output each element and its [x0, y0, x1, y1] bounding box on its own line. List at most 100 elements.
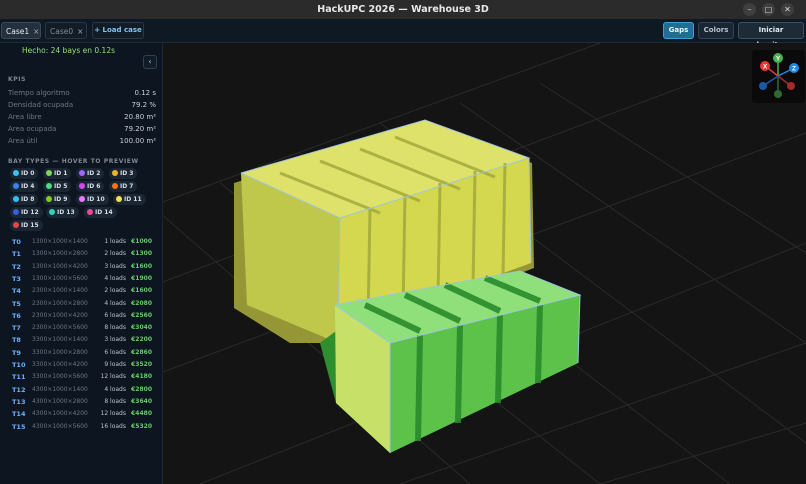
- bay-type-id: T6: [12, 311, 21, 320]
- bay-type-row[interactable]: T3 1300×1000×5600 4 loads €1900: [8, 273, 156, 285]
- bay-id-chip[interactable]: ID 3: [109, 168, 138, 179]
- bay-id-chip[interactable]: ID 4: [10, 181, 39, 192]
- bay-id-chip[interactable]: ID 15: [10, 220, 43, 231]
- chip-label: ID 13: [57, 209, 75, 216]
- bay-type-id: T7: [12, 324, 21, 333]
- bay-id-chip[interactable]: ID 0: [10, 168, 39, 179]
- bay-type-row[interactable]: T7 2300×1000×5600 8 loads €3040: [8, 322, 156, 334]
- bay-type-dims: 1300×1000×5600: [32, 274, 88, 282]
- bay-type-dims: 2300×1000×4200: [32, 311, 88, 319]
- close-window-icon[interactable]: ✕: [781, 3, 794, 16]
- bay-type-loads: 4 loads: [104, 274, 126, 282]
- bay-type-row[interactable]: T14 4300×1000×4200 12 loads €4480: [8, 408, 156, 420]
- gizmo-label-y: Y: [776, 56, 781, 63]
- bay-type-row[interactable]: T6 2300×1000×4200 6 loads €2560: [8, 310, 156, 322]
- bay-type-loads: 1 loads: [104, 238, 126, 245]
- bay-type-row[interactable]: T1 1300×1000×2800 2 loads €1300: [8, 248, 156, 260]
- load-case-button[interactable]: + Load case: [92, 22, 144, 39]
- status-message: Hecho: 24 bays en 0.12s: [22, 46, 116, 55]
- bay-type-id: T12: [12, 385, 26, 394]
- bay-type-id: T0: [12, 238, 21, 246]
- bay-type-row[interactable]: T9 3300×1000×2800 6 loads €2860: [8, 347, 156, 359]
- color-swatch-icon: [13, 209, 19, 215]
- bay-id-chip[interactable]: ID 2: [76, 168, 105, 179]
- bay-type-id: T4: [12, 287, 21, 296]
- neg-y-axis-icon[interactable]: [774, 90, 782, 98]
- bay-id-chip[interactable]: ID 5: [43, 181, 72, 192]
- kpi-label: Densidad ocupada: [8, 101, 74, 109]
- bay-id-chip[interactable]: ID 7: [109, 181, 138, 192]
- minimize-icon[interactable]: –: [743, 3, 756, 16]
- bay-type-row[interactable]: T2 1300×1000×4200 3 loads €1600: [8, 261, 156, 273]
- chip-label: ID 0: [21, 170, 35, 177]
- tab-case0[interactable]: Case0 ×: [45, 22, 87, 39]
- bay-type-dims: 2300×1000×2800: [32, 299, 88, 307]
- bay-type-price: €1600: [131, 287, 152, 295]
- bay-type-row[interactable]: T10 3300×1000×4200 9 loads €3520: [8, 359, 156, 371]
- chip-label: ID 14: [95, 209, 113, 216]
- gaps-toggle-button[interactable]: Gaps: [663, 22, 694, 39]
- bay-id-chip[interactable]: ID 1: [43, 168, 72, 179]
- collapse-panel-button[interactable]: ‹: [143, 55, 157, 69]
- bay-type-loads: 2 loads: [104, 287, 126, 295]
- neg-z-axis-icon[interactable]: [759, 82, 767, 90]
- bay-type-price: €1000: [131, 238, 152, 245]
- bay-id-chip[interactable]: ID 11: [113, 194, 146, 205]
- bay-id-chip[interactable]: ID 9: [43, 194, 72, 205]
- bay-id-chip[interactable]: ID 13: [46, 207, 79, 218]
- tab-label: Case0: [50, 27, 74, 36]
- color-swatch-icon: [13, 222, 19, 228]
- tab-close-icon[interactable]: ×: [33, 27, 39, 36]
- bay-id-chip[interactable]: ID 8: [10, 194, 39, 205]
- run-algorithm-button[interactable]: Iniciar algoritmo: [738, 22, 804, 49]
- bay-type-id: T1: [12, 250, 21, 259]
- bay-type-loads: 4 loads: [104, 299, 126, 307]
- bay-type-id: T10: [12, 361, 26, 369]
- side-panel: Hecho: 24 bays en 0.12s ‹ KPIS Tiempo al…: [0, 43, 163, 484]
- kpi-row: Area libre 20.80 m²: [8, 111, 156, 123]
- kpi-value: 0.12 s: [134, 89, 156, 97]
- bay-type-id: T11: [12, 373, 26, 382]
- kpi-value: 20.80 m²: [124, 113, 156, 121]
- bay-id-chip[interactable]: ID 10: [76, 194, 109, 205]
- bay-type-price: €1900: [131, 274, 152, 282]
- bay-type-loads: 3 loads: [104, 262, 126, 270]
- tab-case1[interactable]: Case1 ×: [1, 22, 41, 39]
- bay-type-row[interactable]: T4 2300×1000×1400 2 loads €1600: [8, 285, 156, 297]
- bay-type-loads: 8 loads: [104, 397, 126, 405]
- bay-type-dims: 2300×1000×5600: [32, 324, 88, 332]
- color-swatch-icon: [79, 183, 85, 189]
- bay-type-row[interactable]: T8 3300×1000×1400 3 loads €2200: [8, 334, 156, 346]
- bay-type-row[interactable]: T13 4300×1000×2800 8 loads €3640: [8, 396, 156, 408]
- window-title: HackUPC 2026 — Warehouse 3D: [317, 4, 489, 15]
- bay-id-chip[interactable]: ID 14: [84, 207, 117, 218]
- bay-type-row[interactable]: T0 1300×1000×1400 1 loads €1000: [8, 236, 156, 248]
- bay-id-chip[interactable]: ID 12: [10, 207, 43, 218]
- bay-id-chip[interactable]: ID 6: [76, 181, 105, 192]
- kpi-label: Area útil: [8, 137, 38, 145]
- bay-type-dims: 3300×1000×2800: [32, 348, 88, 356]
- bay-type-row[interactable]: T12 4300×1000×1400 4 loads €2800: [8, 384, 156, 396]
- axis-gizmo[interactable]: Y X Z: [752, 50, 805, 103]
- color-swatch-icon: [46, 196, 52, 202]
- kpis-title: KPIS: [8, 76, 27, 83]
- tab-close-icon[interactable]: ×: [77, 27, 83, 36]
- chip-label: ID 5: [54, 183, 68, 190]
- window-titlebar: HackUPC 2026 — Warehouse 3D – □ ✕: [0, 0, 806, 19]
- bay-type-row[interactable]: T15 4300×1000×5600 16 loads €5320: [8, 421, 156, 433]
- color-swatch-icon: [116, 196, 122, 202]
- colors-toggle-button[interactable]: Colors: [698, 22, 734, 39]
- bay-type-loads: 9 loads: [104, 361, 126, 368]
- bay-type-row[interactable]: T11 3300×1000×5600 12 loads €4180: [8, 371, 156, 383]
- maximize-icon[interactable]: □: [762, 3, 775, 16]
- bay-type-row[interactable]: T5 2300×1000×2800 4 loads €2080: [8, 298, 156, 310]
- neg-x-axis-icon[interactable]: [787, 82, 795, 90]
- color-swatch-icon: [112, 170, 118, 176]
- kpi-row: Area ocupada 79.20 m²: [8, 123, 156, 135]
- bay-type-id: T5: [12, 299, 21, 308]
- bay-type-dims: 3300×1000×5600: [32, 373, 88, 381]
- gizmo-label-x: X: [763, 64, 768, 71]
- bay-type-loads: 6 loads: [104, 311, 126, 319]
- color-swatch-icon: [13, 170, 19, 176]
- bay-types-title: BAY TYPES — HOVER TO PREVIEW: [8, 158, 139, 165]
